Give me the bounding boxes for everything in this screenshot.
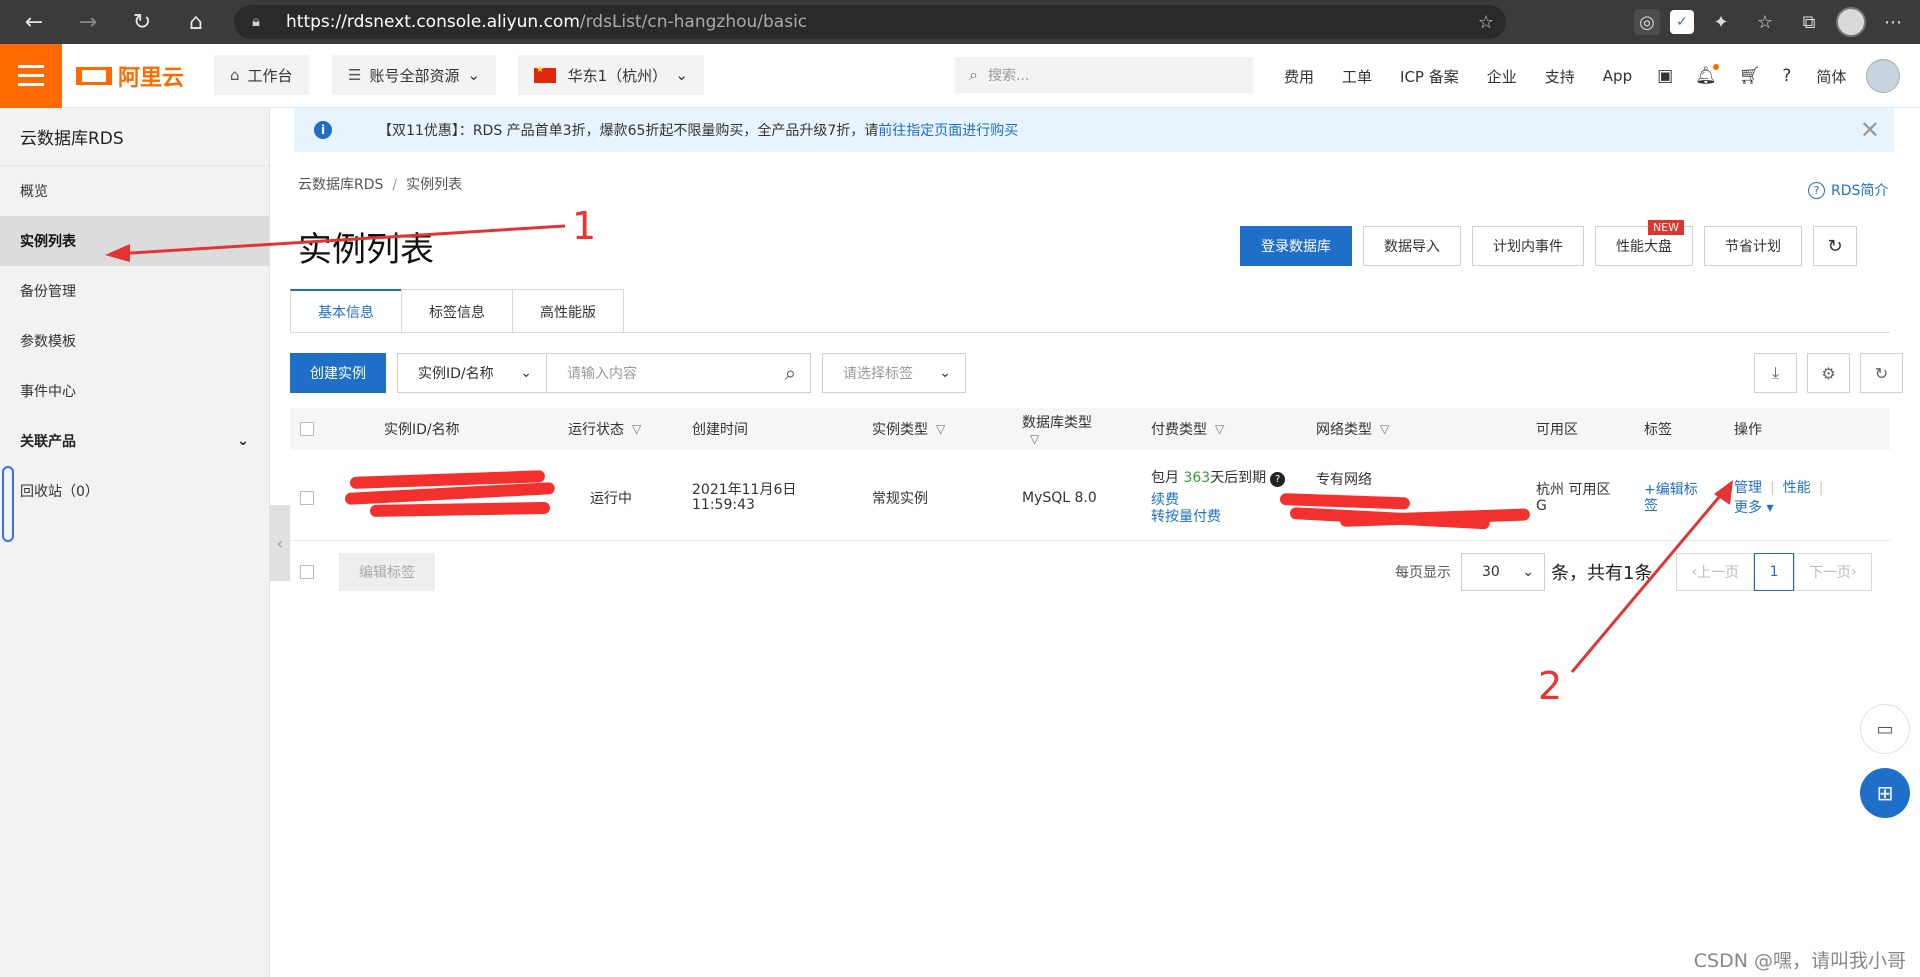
annotation-arrow-1 (114, 224, 566, 256)
annotation-number-1: 1 (572, 204, 597, 248)
annotation-arrowhead-1 (105, 244, 130, 262)
annotation-overlay (105, 224, 1733, 673)
csdn-watermark: CSDN @嘿，请叫我小哥 (1693, 950, 1906, 972)
annotation-arrow-2 (1570, 489, 1727, 673)
annotation-number-2: 2 (1538, 664, 1563, 708)
